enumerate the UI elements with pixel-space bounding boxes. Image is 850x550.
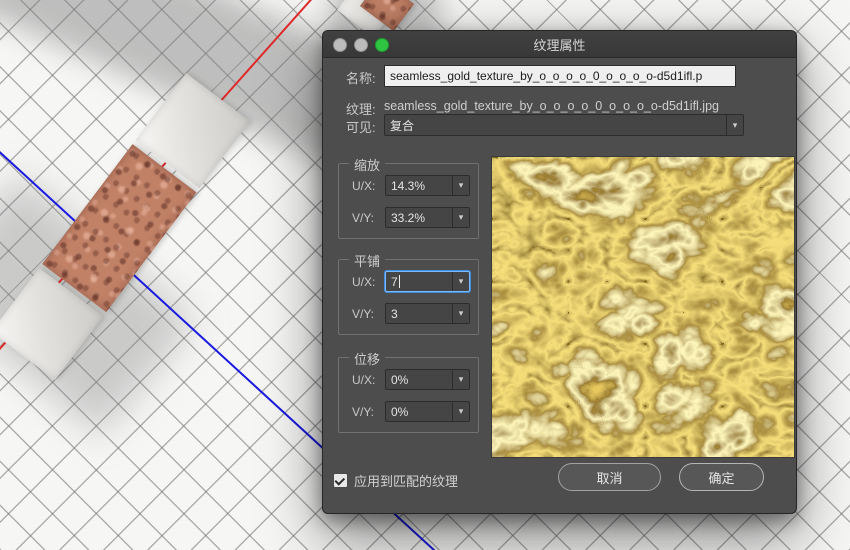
zoom-button[interactable] [375,38,389,52]
tile-vy-label: V/Y: [352,306,375,321]
offset-vy-label: V/Y: [352,404,375,419]
offset-ux-row: U/X: 0% ▾ [352,369,470,390]
name-input[interactable] [384,65,736,87]
name-label: 名称: [346,71,376,86]
texture-filename: seamless_gold_texture_by_o_o_o_o_0_o_o_o… [384,99,719,113]
scale-ux-label: U/X: [352,178,376,193]
offset-vy-combobox[interactable]: 0% ▾ [385,401,470,422]
dialog-titlebar[interactable]: 纹理属性 [323,31,796,58]
scale-group-title: 缩放 [349,155,386,174]
apply-checkbox-label: 应用到匹配的纹理 [354,474,459,489]
traffic-lights [333,38,389,52]
tile-vy-value[interactable]: 3 [386,304,452,323]
texture-properties-dialog: 纹理属性 名称: 纹理: seamless_gold_texture_by_o_… [322,30,797,514]
scale-ux-combobox[interactable]: 14.3% ▾ [385,175,470,196]
tile-ux-value[interactable]: 7 [386,272,452,291]
scale-vy-label: V/Y: [352,210,375,225]
chevron-down-icon[interactable]: ▾ [726,115,743,135]
close-button[interactable] [333,38,347,52]
offset-group-title: 位移 [349,349,386,368]
tile-vy-combobox[interactable]: 3 ▾ [385,303,470,324]
tile-ux-label: U/X: [352,274,376,289]
texture-label: 纹理: [346,102,376,117]
visible-dropdown[interactable]: 复合 ▾ [384,114,744,136]
chevron-down-icon[interactable]: ▾ [452,176,469,195]
checkbox-check-icon [334,474,346,486]
visible-label: 可见: [346,120,376,135]
visible-dropdown-value[interactable]: 复合 [385,115,726,135]
text-cursor [398,275,400,288]
minimize-button[interactable] [354,38,368,52]
tile-ux-combobox[interactable]: 7 ▾ [385,271,470,292]
scale-vy-value[interactable]: 33.2% [386,208,452,227]
scale-vy-combobox[interactable]: 33.2% ▾ [385,207,470,228]
chevron-down-icon[interactable]: ▾ [452,304,469,323]
offset-vy-value[interactable]: 0% [386,402,452,421]
chevron-down-icon[interactable]: ▾ [452,402,469,421]
chevron-down-icon[interactable]: ▾ [452,272,469,291]
cancel-button[interactable]: 取消 [558,463,661,491]
offset-ux-value[interactable]: 0% [386,370,452,389]
chevron-down-icon[interactable]: ▾ [452,370,469,389]
chevron-down-icon[interactable]: ▾ [452,208,469,227]
apply-to-matching-checkbox-row: 应用到匹配的纹理 [333,471,458,490]
ok-button[interactable]: 确定 [679,463,764,491]
tile-ux-row: U/X: 7 ▾ [352,271,470,292]
offset-ux-label: U/X: [352,372,376,387]
texture-preview-image [491,156,795,458]
offset-group: 位移 U/X: 0% ▾ V/Y: 0% ▾ [338,349,479,433]
tile-group-title: 平铺 [349,251,386,270]
dialog-title: 纹理属性 [533,37,586,53]
offset-vy-row: V/Y: 0% ▾ [352,401,470,422]
scale-vy-row: V/Y: 33.2% ▾ [352,207,470,228]
apply-to-matching-checkbox[interactable] [333,473,348,488]
scale-group: 缩放 U/X: 14.3% ▾ V/Y: 33.2% ▾ [338,155,479,239]
offset-ux-combobox[interactable]: 0% ▾ [385,369,470,390]
tile-vy-row: V/Y: 3 ▾ [352,303,470,324]
scale-ux-value[interactable]: 14.3% [386,176,452,195]
tile-group: 平铺 U/X: 7 ▾ V/Y: 3 ▾ [338,251,479,335]
scale-ux-row: U/X: 14.3% ▾ [352,175,470,196]
